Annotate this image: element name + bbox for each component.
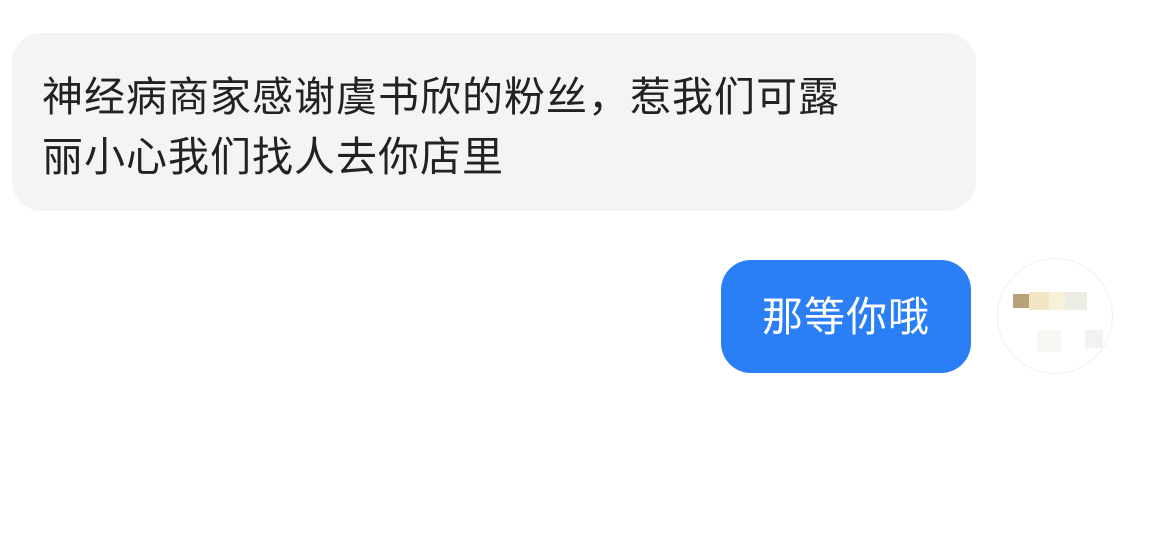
- incoming-message-bubble[interactable]: 神经病商家感谢虞书欣的粉丝，惹我们可露 丽小心我们找人去你店里: [12, 33, 976, 211]
- avatar-pixel: [1029, 292, 1049, 310]
- avatar-pixel: [1049, 292, 1065, 310]
- user-avatar-icon[interactable]: [997, 258, 1113, 374]
- avatar-pixel: [1013, 294, 1029, 308]
- chat-conversation: 神经病商家感谢虞书欣的粉丝，惹我们可露 丽小心我们找人去你店里 那等你哦: [0, 0, 1152, 538]
- outgoing-message-text: 那等你哦: [762, 292, 930, 341]
- incoming-message-text: 神经病商家感谢虞书欣的粉丝，惹我们可露 丽小心我们找人去你店里: [42, 73, 840, 181]
- outgoing-message-bubble[interactable]: 那等你哦: [721, 260, 971, 373]
- avatar-pixel: [1037, 330, 1061, 352]
- avatar-pixel: [1085, 330, 1103, 348]
- avatar-pixel: [1065, 292, 1087, 310]
